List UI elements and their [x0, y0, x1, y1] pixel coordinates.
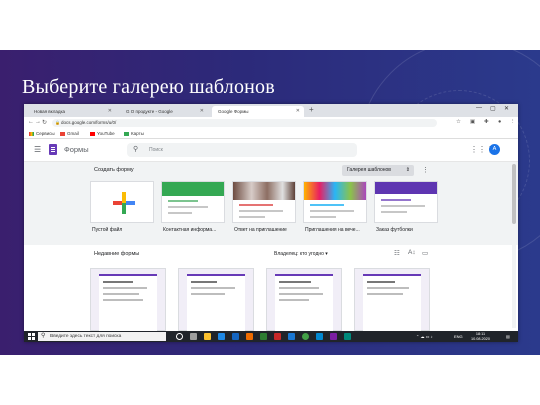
account-icon[interactable]: ● — [498, 119, 501, 125]
search-input[interactable]: ⚲ Поиск — [127, 143, 357, 157]
photo-banner — [233, 182, 295, 200]
new-tab-icon[interactable]: + — [309, 105, 314, 114]
tab-label: Google Формы — [218, 109, 249, 114]
search-icon: ⚲ — [133, 146, 139, 153]
template-name: Заказ футболки — [376, 227, 413, 233]
template-contact-info[interactable] — [161, 181, 225, 223]
clock[interactable]: 18:11 10.08.2020 — [471, 332, 490, 341]
browser-screenshot: Новая вкладка ✕ G О продукте - Google ✕ … — [24, 104, 518, 342]
recent-form-card[interactable] — [90, 268, 166, 334]
slide-title: Выберите галерею шаблонов — [22, 76, 275, 98]
address-input[interactable]: 🔒 docs.google.com/forms/u/0/ — [52, 119, 437, 127]
forward-icon[interactable]: → — [35, 119, 41, 125]
dropdown-arrow-icon: ▾ — [325, 251, 328, 257]
extension-icon[interactable]: ▣ — [470, 119, 475, 125]
gmail-icon — [60, 131, 65, 136]
template-name: Пустой файл — [92, 227, 123, 233]
list-view-icon[interactable]: ☷ — [394, 249, 400, 257]
tab-label: Новая вкладка — [34, 109, 66, 114]
notifications-icon[interactable]: ▤ — [506, 331, 510, 342]
template-name: Ответ на приглашение — [234, 227, 287, 233]
back-icon[interactable]: ← — [28, 119, 34, 125]
bookmarks-bar: Сервисы Gmail YouTube Карты — [24, 129, 518, 139]
youtube-icon — [90, 131, 95, 136]
task-view-icon[interactable] — [190, 333, 197, 340]
close-icon[interactable]: ✕ — [200, 106, 204, 117]
scrollbar[interactable] — [512, 162, 516, 328]
search-icon: ⚲ — [41, 333, 46, 339]
app-name: Формы — [64, 145, 89, 154]
windows-taskbar: ⚲ Введите здесь текст для поиска ⌃ ☁ ▭ ♪… — [24, 331, 518, 342]
create-form-label: Создать форму — [94, 167, 134, 173]
recent-form-card[interactable] — [178, 268, 254, 334]
forms-logo-icon — [49, 144, 57, 155]
recent-forms-section: Недавние формы Владелец: кто угодно ▾ ☷ … — [24, 245, 518, 334]
tab-new[interactable]: Новая вкладка ✕ — [28, 106, 116, 117]
minimize-icon[interactable]: — — [476, 105, 482, 111]
plus-icon — [113, 192, 135, 214]
apps-icon — [29, 131, 34, 136]
word-icon[interactable] — [288, 333, 295, 340]
chrome-icon[interactable] — [302, 333, 309, 340]
close-window-icon[interactable]: ✕ — [504, 105, 509, 112]
maps-icon — [124, 131, 129, 136]
cortana-icon[interactable] — [176, 333, 183, 340]
search-placeholder: Поиск — [149, 147, 163, 153]
telegram-icon[interactable] — [316, 333, 323, 340]
tray-icons[interactable]: ⌃ ☁ ▭ ♪ — [416, 331, 432, 342]
language-indicator[interactable]: ENG — [454, 331, 463, 342]
template-name: Приглашения на вече... — [305, 227, 360, 233]
close-icon[interactable]: ✕ — [108, 106, 112, 117]
store-icon[interactable] — [232, 333, 239, 340]
template-section: Создать форму Галерея шаблонов ⇕ ⋮ Пусто… — [24, 162, 518, 245]
office-icon[interactable] — [246, 333, 253, 340]
bookmark-services[interactable]: Сервисы — [29, 130, 55, 137]
photo-banner — [304, 182, 366, 200]
template-tshirt-order[interactable] — [374, 181, 438, 223]
recent-form-card[interactable] — [266, 268, 342, 334]
maximize-icon[interactable]: ▢ — [490, 105, 496, 112]
file-explorer-icon[interactable] — [204, 333, 211, 340]
hamburger-menu-icon[interactable]: ☰ — [34, 145, 41, 154]
app-icon[interactable] — [344, 333, 351, 340]
viber-icon[interactable] — [330, 333, 337, 340]
address-text: docs.google.com/forms/u/0/ — [61, 120, 117, 125]
powerpoint-icon[interactable] — [274, 333, 281, 340]
bookmark-maps[interactable]: Карты — [124, 130, 144, 137]
reload-icon[interactable]: ↻ — [42, 119, 47, 126]
unfold-icon: ⇕ — [405, 167, 410, 173]
tab-strip: Новая вкладка ✕ G О продукте - Google ✕ … — [24, 104, 518, 117]
avatar[interactable]: A — [489, 144, 500, 155]
address-bar-row: ← → ↻ 🔒 docs.google.com/forms/u/0/ ☆ ▣ ✚… — [24, 117, 518, 129]
windows-start-icon[interactable] — [28, 333, 35, 340]
bookmark-youtube[interactable]: YouTube — [90, 130, 115, 137]
template-party-invite[interactable] — [303, 181, 367, 223]
forms-header: ☰ Формы ⚲ Поиск ⋮⋮⋮ A — [24, 139, 518, 162]
template-blank[interactable] — [90, 181, 154, 223]
tab-label: G О продукте - Google — [126, 109, 173, 114]
owner-filter[interactable]: Владелец: кто угодно ▾ — [274, 251, 328, 257]
recent-forms-label: Недавние формы — [94, 251, 140, 257]
more-options-icon[interactable]: ⋮ — [422, 166, 429, 174]
close-icon[interactable]: ✕ — [296, 106, 300, 117]
template-rsvp[interactable] — [232, 181, 296, 223]
tab-google-forms[interactable]: Google Формы ✕ — [212, 106, 304, 117]
lock-icon: 🔒 — [55, 120, 60, 125]
taskbar-search-input[interactable]: ⚲ Введите здесь текст для поиска — [38, 332, 166, 341]
folder-icon[interactable]: ▭ — [422, 249, 428, 257]
recent-form-card[interactable] — [354, 268, 430, 334]
bookmark-gmail[interactable]: Gmail — [60, 130, 79, 137]
excel-icon[interactable] — [260, 333, 267, 340]
edge-icon[interactable] — [218, 333, 225, 340]
puzzle-icon[interactable]: ✚ — [484, 119, 489, 125]
star-icon[interactable]: ☆ — [456, 119, 461, 125]
sort-icon[interactable]: A↕ — [408, 249, 416, 256]
template-name: Контактная информа... — [163, 227, 217, 233]
tab-about-google[interactable]: G О продукте - Google ✕ — [120, 106, 208, 117]
template-gallery-button[interactable]: Галерея шаблонов ⇕ — [342, 165, 414, 176]
browser-menu-icon[interactable]: ⋮ — [510, 119, 516, 125]
